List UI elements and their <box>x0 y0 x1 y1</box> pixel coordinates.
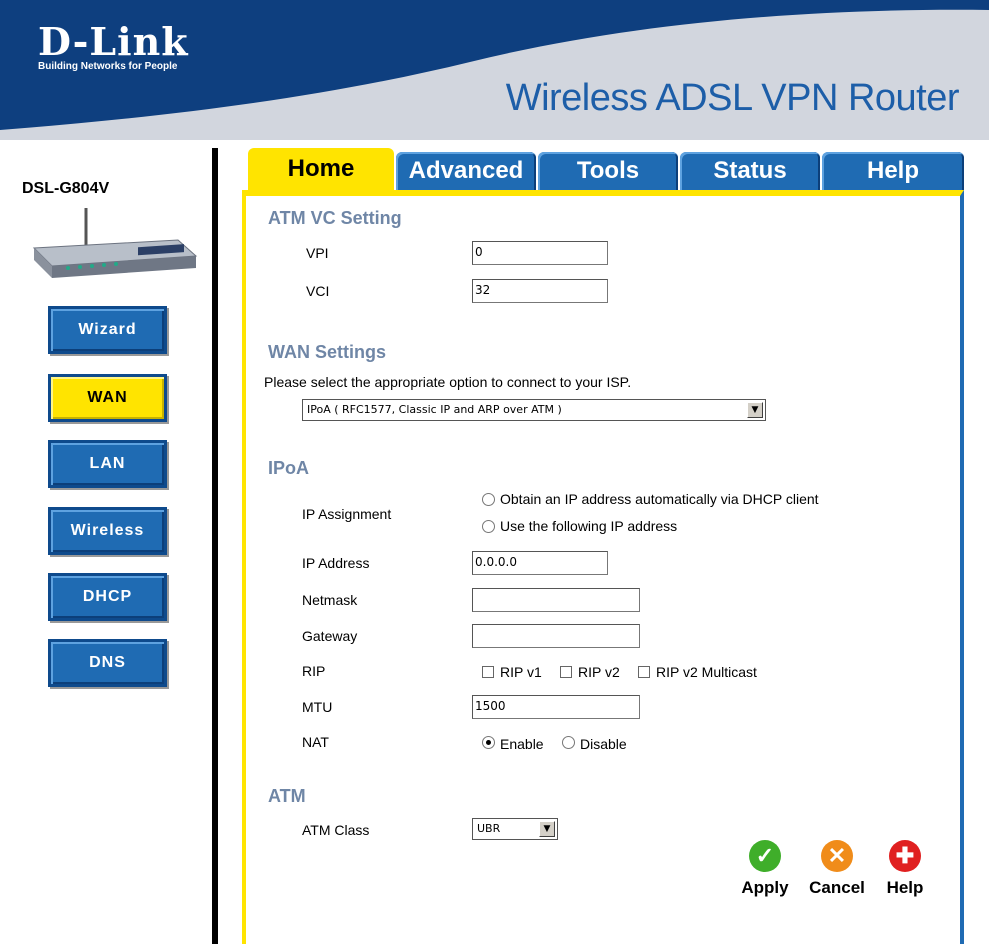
radio-dhcp[interactable] <box>482 493 495 506</box>
ip-address-label: IP Address <box>302 555 370 571</box>
option-dhcp-label: Obtain an IP address automatically via D… <box>500 491 819 507</box>
ip-address-input[interactable]: 0.0.0.0 <box>472 551 608 575</box>
vci-label: VCI <box>306 283 330 299</box>
top-tabs: Home Advanced Tools Status Help <box>242 148 964 190</box>
cancel-label: Cancel <box>809 878 865 897</box>
rip-v2-multicast-checkbox[interactable] <box>638 666 650 678</box>
router-image <box>32 208 198 278</box>
cancel-button[interactable]: ✕ Cancel <box>802 840 872 898</box>
cancel-icon: ✕ <box>821 840 853 872</box>
sidebar-button-wizard[interactable]: Wizard <box>48 306 167 354</box>
checkmark-icon: ✓ <box>749 840 781 872</box>
plus-cross-icon: ✚ <box>889 840 921 872</box>
rip-v1-label: RIP v1 <box>500 664 542 680</box>
rip-label: RIP <box>302 663 326 679</box>
apply-label: Apply <box>741 878 789 897</box>
tab-help[interactable]: Help <box>822 152 964 190</box>
radio-nat-disable[interactable] <box>562 736 575 749</box>
radio-static-ip[interactable] <box>482 520 495 533</box>
sidebar-button-wireless[interactable]: Wireless <box>48 507 167 555</box>
chevron-down-icon: ▼ <box>539 821 555 837</box>
netmask-label: Netmask <box>302 592 358 608</box>
apply-button[interactable]: ✓ Apply <box>730 840 800 898</box>
gateway-input[interactable] <box>472 624 640 648</box>
product-title: Wireless ADSL VPN Router <box>505 77 960 119</box>
tab-status[interactable]: Status <box>680 152 820 190</box>
atm-title: ATM <box>268 786 306 806</box>
atm-vc-title: ATM VC Setting <box>268 208 402 228</box>
nat-enable-label: Enable <box>500 736 544 752</box>
ipoa-title: IPoA <box>268 458 310 478</box>
sidebar-button-dhcp[interactable]: DHCP <box>48 573 167 621</box>
tab-advanced[interactable]: Advanced <box>396 152 536 190</box>
vci-input[interactable]: 32 <box>472 279 608 303</box>
nat-label: NAT <box>302 734 329 750</box>
rip-v2-label: RIP v2 <box>578 664 620 680</box>
rip-v2-multicast-label: RIP v2 Multicast <box>656 664 757 680</box>
atm-class-value: UBR <box>477 822 501 835</box>
sidebar-button-dns[interactable]: DNS <box>48 639 167 687</box>
nat-disable-label: Disable <box>580 736 627 752</box>
wan-settings-title: WAN Settings <box>268 342 387 362</box>
vpi-input[interactable]: 0 <box>472 241 608 265</box>
mtu-label: MTU <box>302 699 333 715</box>
left-sidebar: DSL-G804V Wizard WAN LAN Wireless DHCP D… <box>0 140 212 944</box>
chevron-down-icon: ▼ <box>747 402 763 418</box>
atm-class-label: ATM Class <box>302 822 370 838</box>
tab-home[interactable]: Home <box>248 148 394 190</box>
rip-v1-checkbox[interactable] <box>482 666 494 678</box>
content-panel: ATM VC Setting VPI 0 VCI 32 WAN Settings… <box>242 190 964 944</box>
vertical-divider <box>212 148 218 944</box>
gateway-label: Gateway <box>302 628 358 644</box>
connection-type-select[interactable]: IPoA ( RFC1577, Classic IP and ARP over … <box>302 399 766 421</box>
connection-type-value: IPoA ( RFC1577, Classic IP and ARP over … <box>307 403 562 416</box>
sidebar-button-lan[interactable]: LAN <box>48 440 167 488</box>
header-banner: D-Link Building Networks for People Wire… <box>0 0 989 140</box>
option-static-label: Use the following IP address <box>500 518 678 534</box>
mtu-input[interactable]: 1500 <box>472 695 640 719</box>
atm-class-select[interactable]: UBR ▼ <box>472 818 558 840</box>
help-button[interactable]: ✚ Help <box>870 840 940 898</box>
device-model: DSL-G804V <box>22 180 110 197</box>
sidebar-button-wan[interactable]: WAN <box>48 374 167 422</box>
wan-prompt: Please select the appropriate option to … <box>264 374 632 390</box>
tab-tools[interactable]: Tools <box>538 152 678 190</box>
rip-v2-checkbox[interactable] <box>560 666 572 678</box>
ip-assignment-label: IP Assignment <box>302 506 392 522</box>
radio-nat-enable[interactable] <box>482 736 495 749</box>
help-label: Help <box>886 878 924 897</box>
dlink-logo: D-Link Building Networks for People <box>38 19 189 73</box>
netmask-input[interactable] <box>472 588 640 612</box>
vpi-label: VPI <box>306 245 329 261</box>
